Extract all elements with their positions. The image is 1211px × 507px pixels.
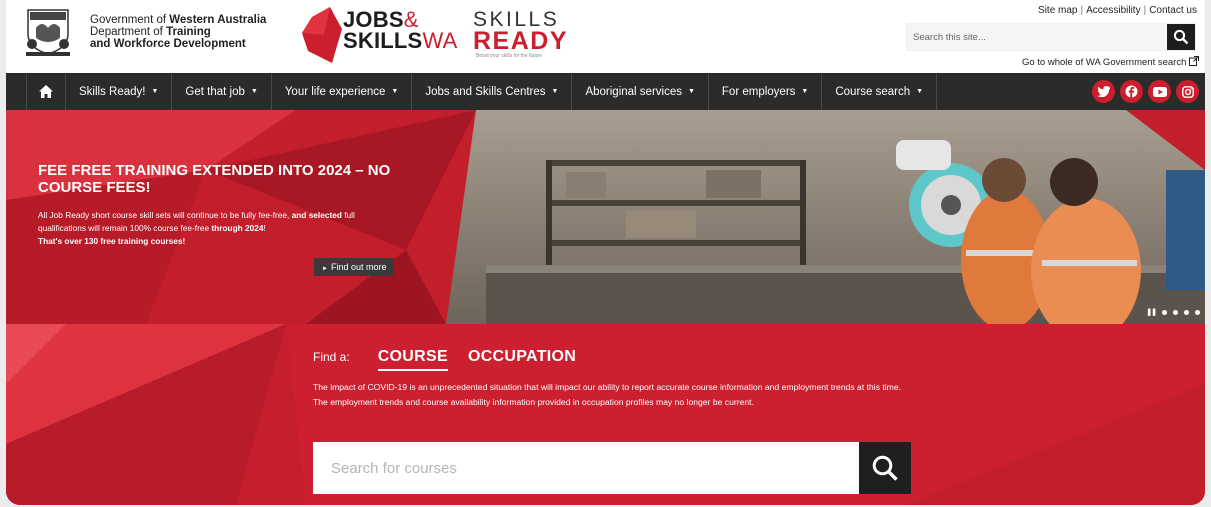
social-links [1092,80,1199,103]
twitter-icon[interactable] [1092,80,1115,103]
pause-icon[interactable]: ❚❚ [1146,308,1157,316]
skills-ready-line-2: READY [473,27,569,55]
caret-down-icon: ▼ [250,88,258,95]
tab-occupation[interactable]: OCCUPATION [468,348,576,366]
gov-line-1: Government of [90,14,170,26]
separator: | [1143,5,1147,16]
tab-course[interactable]: COURSE [377,348,448,371]
nav-home[interactable] [26,73,66,110]
find-out-more-button[interactable]: ► Find out more [314,258,395,276]
skills-ready-logo[interactable]: SKILLS READY Boost your skills for the f… [473,9,569,59]
hero-banner: FEE FREE TRAINING EXTENDED INTO 2024 – N… [6,110,1205,324]
hero-body: All Job Ready short course skill sets wi… [38,209,388,248]
nav-label: Jobs and Skills Centres [425,85,546,98]
gov-line-3: and Workforce Development [90,38,246,50]
caret-down-icon: ▼ [801,88,809,95]
jobs-skills-wa-logo[interactable]: JOBS& SKILLSWA [343,9,458,53]
caret-down-icon: ▼ [916,88,924,95]
nav-get-that-job[interactable]: Get that job ▼ [172,73,272,110]
nav-aboriginal-services[interactable]: Aboriginal services ▼ [572,73,709,110]
gov-line-2-bold: Training [166,26,211,38]
hero-title: FEE FREE TRAINING EXTENDED INTO 2024 – N… [38,162,391,196]
find-a-label: Find a: [313,350,350,364]
gov-line-2: Department of [90,26,167,38]
site-search-button[interactable] [1167,24,1195,50]
main-nav: Skills Ready! ▼ Get that job ▼ Your life e… [6,73,1205,110]
separator: | [1080,5,1084,16]
hero-body-text: All Job Ready short course skill sets wi… [38,210,292,220]
accessibility-link[interactable]: Accessibility [1086,5,1140,16]
hero-body-bold: That's over 130 free training courses! [38,236,186,246]
site-map-link[interactable]: Site map [1038,5,1077,16]
carousel-dot[interactable] [1173,309,1178,315]
external-link-icon [1189,56,1199,66]
nav-label: Skills Ready! [79,85,146,98]
caret-down-icon: ▼ [551,88,559,95]
nav-skills-ready[interactable]: Skills Ready! ▼ [66,73,173,110]
skills-word: SKILLS [343,28,423,53]
course-search-button[interactable] [859,442,911,494]
caret-down-icon: ▼ [391,88,399,95]
contact-us-link[interactable]: Contact us [1149,5,1197,16]
wa-gov-search-link[interactable]: Go to whole of WA Government search [1022,56,1199,68]
wa-crest-logo[interactable] [22,6,74,58]
gov-line-1-bold: Western Australia [169,14,267,26]
facebook-icon[interactable] [1120,80,1143,103]
nav-jobs-and-skills-centres[interactable]: Jobs and Skills Centres ▼ [412,73,573,110]
carousel-controls: ❚❚ [1146,308,1200,316]
caret-down-icon: ▼ [687,88,695,95]
find-out-more-label: Find out more [330,262,387,272]
hero-body-bold: and selected [291,210,342,220]
hero-body-text: ! [263,223,266,233]
covid-notice: The impact of COVID-19 is an unprecedent… [313,382,902,407]
site-search [906,23,1196,51]
carousel-dot[interactable] [1162,309,1167,315]
nav-label: Course search [835,85,911,98]
instagram-icon[interactable] [1176,80,1199,103]
page-frame: Government of Western Australia Departme… [6,0,1205,505]
site-search-input[interactable] [907,24,1167,50]
nav-label: Get that job [185,85,245,98]
search-icon [872,455,898,481]
play-icon: ► [322,266,328,272]
search-icon [1173,29,1189,45]
utility-links: Site map | Accessibility | Contact us [1038,5,1197,16]
home-icon [39,85,53,98]
youtube-icon[interactable] [1148,80,1171,103]
nav-for-employers[interactable]: For employers ▼ [709,73,823,110]
nav-label: For employers [721,85,796,98]
finder-tabs: Find a: COURSE OCCUPATION [313,348,596,371]
nav-label: Aboriginal services [585,85,682,98]
wa-gov-search-label: Go to whole of WA Government search [1021,57,1187,68]
nav-your-life-experience[interactable]: Your life experience ▼ [272,73,413,110]
course-search-box [313,442,911,494]
department-name: Government of Western Australia Departme… [90,14,266,50]
course-finder: Find a: COURSE OCCUPATION The impact of … [6,324,1205,505]
nav-label: Your life experience [284,85,386,98]
caret-down-icon: ▼ [151,88,159,95]
carousel-dot[interactable] [1184,309,1189,315]
carousel-dot[interactable] [1195,309,1200,315]
nav-course-search[interactable]: Course search ▼ [822,73,938,110]
course-search-input[interactable] [313,442,857,494]
wa-word: WA [422,28,458,53]
site-header: Government of Western Australia Departme… [6,0,1205,73]
hero-body-bold: through 2024 [211,223,264,233]
